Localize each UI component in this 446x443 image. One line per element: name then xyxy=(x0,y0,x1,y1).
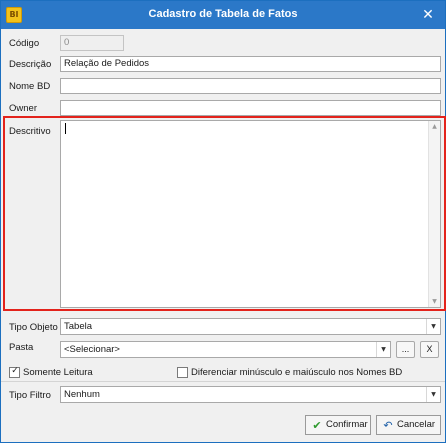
somente-leitura-label[interactable]: Somente Leitura xyxy=(23,367,93,378)
owner-label: Owner xyxy=(9,103,37,114)
somente-leitura-checkbox[interactable]: ✓ xyxy=(9,366,20,378)
tipo-filtro-value: Nenhum xyxy=(64,389,100,400)
diferenciar-checkbox[interactable] xyxy=(177,367,188,378)
pasta-select[interactable]: <Selecionar> ▼ xyxy=(60,341,391,358)
tipo-objeto-label: Tipo Objeto xyxy=(9,322,58,333)
cancel-button[interactable]: ↶ Cancelar xyxy=(376,415,441,435)
window-title: Cadastro de Tabela de Fatos xyxy=(148,8,298,20)
pasta-browse-button[interactable]: ... xyxy=(396,341,415,358)
chevron-down-icon[interactable]: ▼ xyxy=(376,342,390,357)
tipo-objeto-select[interactable]: Tabela ▼ xyxy=(60,318,441,335)
close-icon[interactable]: ✕ xyxy=(419,6,437,24)
pasta-value: <Selecionar> xyxy=(64,344,120,355)
confirm-label: Confirmar xyxy=(326,419,368,430)
check-icon: ✓ xyxy=(11,366,19,376)
highlight-box xyxy=(3,116,446,311)
tipo-objeto-value: Tabela xyxy=(64,321,92,332)
divider xyxy=(1,381,445,382)
dialog-window: BI Cadastro de Tabela de Fatos ✕ Código … xyxy=(0,0,446,443)
chevron-down-icon[interactable]: ▼ xyxy=(426,319,440,334)
pasta-label: Pasta xyxy=(9,342,34,353)
diferenciar-label[interactable]: Diferenciar minúsculo e maiúsculo nos No… xyxy=(191,367,402,378)
descricao-field[interactable]: Relação de Pedidos xyxy=(60,56,441,72)
codigo-field: 0 xyxy=(60,35,124,51)
title-bar[interactable]: BI Cadastro de Tabela de Fatos ✕ xyxy=(1,1,445,29)
tipo-filtro-select[interactable]: Nenhum ▼ xyxy=(60,386,441,403)
chevron-down-icon[interactable]: ▼ xyxy=(426,387,440,402)
confirm-button[interactable]: ✔ Confirmar xyxy=(305,415,371,435)
nome-bd-field[interactable] xyxy=(60,78,441,94)
pasta-clear-button[interactable]: X xyxy=(420,341,439,358)
codigo-label: Código xyxy=(9,38,40,49)
nome-bd-label: Nome BD xyxy=(9,81,51,92)
check-icon: ✔ xyxy=(312,419,322,432)
undo-icon: ↶ xyxy=(383,419,393,432)
owner-field[interactable] xyxy=(60,100,441,116)
tipo-filtro-label: Tipo Filtro xyxy=(9,390,51,401)
cancel-label: Cancelar xyxy=(397,419,436,430)
descricao-label: Descrição xyxy=(9,59,52,70)
